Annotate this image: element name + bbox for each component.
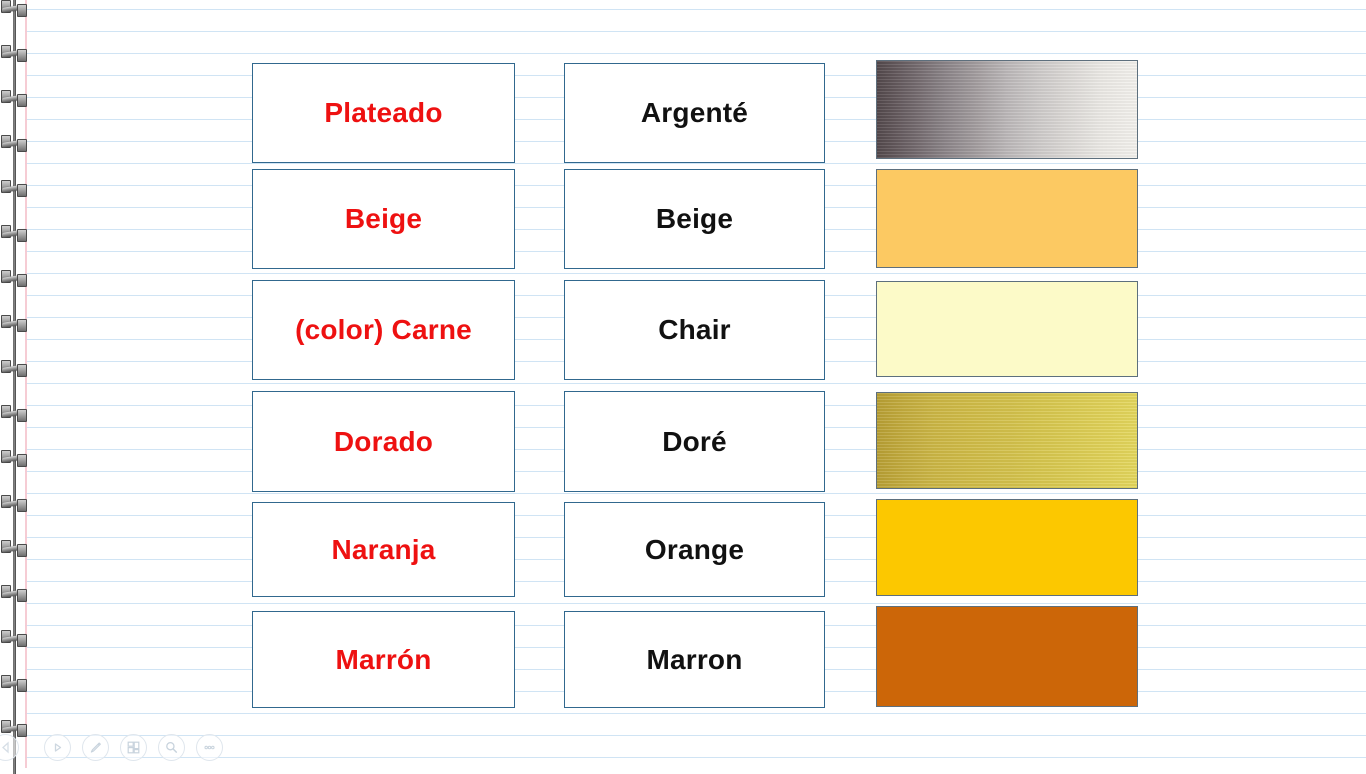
french-term-box[interactable]: Chair [564,280,825,380]
beige-swatch [876,169,1138,268]
brown-swatch [876,606,1138,707]
orange-swatch [876,499,1138,596]
spanish-term-label: Dorado [333,425,434,457]
french-term-label: Orange [644,533,745,565]
spanish-term-box[interactable]: Beige [252,169,515,269]
zoom-search-icon[interactable] [158,734,185,761]
french-term-label: Argenté [640,97,749,128]
french-term-box[interactable]: Orange [564,502,825,597]
spanish-term-box[interactable]: (color) Carne [252,280,515,380]
french-term-label: Chair [658,314,731,345]
spanish-term-box[interactable]: Marrón [252,611,515,708]
silver-metal-swatch [876,60,1138,159]
slide-canvas: Plateado Argenté Beige Beige (color) Carne Ch… [0,0,1366,768]
french-term-box[interactable]: Doré [564,391,825,492]
gold-metal-swatch [876,392,1138,489]
slide-layout-icon[interactable] [120,734,147,761]
spanish-term-label: Naranja [331,533,436,565]
flesh-swatch [876,281,1138,377]
pen-annotate-icon[interactable] [82,734,109,761]
french-term-box[interactable]: Argenté [564,63,825,163]
spanish-term-box[interactable]: Plateado [252,63,515,163]
previous-slide-icon[interactable] [0,734,19,761]
french-term-box[interactable]: Marron [564,611,825,708]
play-slideshow-icon[interactable] [44,734,71,761]
slideshow-toolbar [0,728,1366,768]
spanish-term-box[interactable]: Dorado [252,391,515,492]
spanish-term-box[interactable]: Naranja [252,502,515,597]
spanish-term-label: Plateado [324,97,443,128]
french-term-box[interactable]: Beige [564,169,825,269]
french-term-label: Beige [655,203,734,234]
more-options-icon[interactable] [196,734,223,761]
spanish-term-label: Marrón [335,643,432,675]
spanish-term-label: Beige [344,203,423,234]
french-term-label: Marron [646,643,743,675]
spanish-term-label: (color) Carne [295,314,472,345]
french-term-label: Doré [662,425,727,457]
